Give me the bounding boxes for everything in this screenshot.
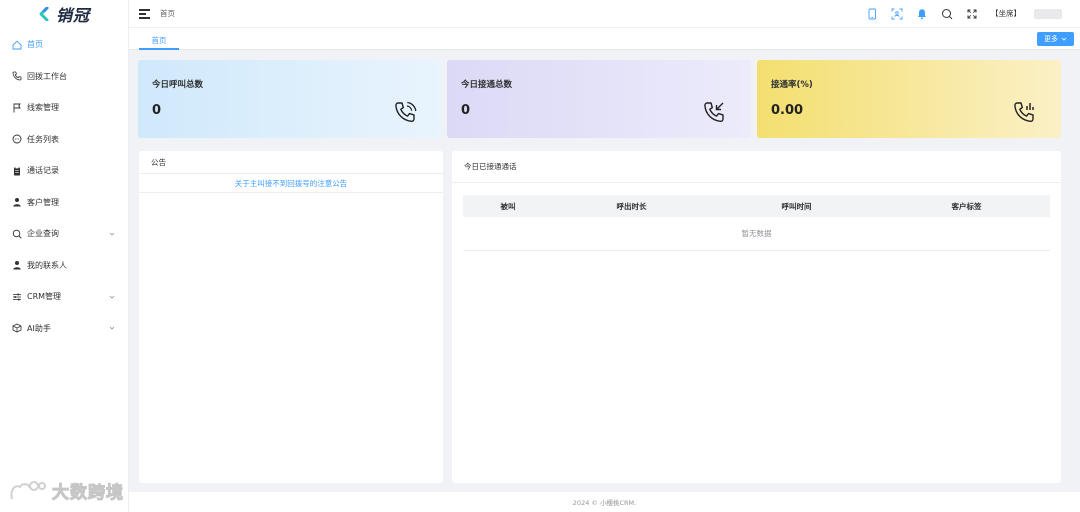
chevron-down-icon bbox=[109, 295, 115, 299]
notice-title: 公告 bbox=[139, 151, 443, 174]
chat-icon bbox=[12, 134, 22, 144]
sidebar-item-label: AI助手 bbox=[27, 323, 51, 333]
stat-title: 今日呼叫总数 bbox=[152, 80, 204, 90]
phone-signal-icon bbox=[1014, 102, 1034, 122]
column-header[interactable]: 被叫 bbox=[463, 201, 553, 212]
menu-toggle-icon[interactable] bbox=[139, 8, 150, 19]
sidebar-item-call-records[interactable]: 通话记录 bbox=[0, 155, 128, 187]
sidebar-item-ai-assistant[interactable]: AI助手 bbox=[0, 313, 128, 345]
sidebar-item-customers[interactable]: 客户管理 bbox=[0, 187, 128, 219]
stat-title: 今日接通总数 bbox=[461, 80, 513, 90]
scan-icon[interactable] bbox=[891, 8, 903, 20]
sidebar-item-label: 通话记录 bbox=[27, 166, 59, 176]
footer: 2024 © 小樱桃CRM. bbox=[129, 492, 1080, 512]
sidebar-item-tasks[interactable]: 任务列表 bbox=[0, 124, 128, 156]
stat-value: 0 bbox=[461, 103, 471, 118]
logo[interactable]: 销冠 bbox=[0, 0, 128, 28]
seat-label[interactable]: 【坐席】 bbox=[991, 8, 1021, 19]
stat-card-calls-total: 今日呼叫总数 0 bbox=[138, 60, 442, 138]
phone-incoming-icon bbox=[704, 102, 724, 122]
stat-value: 0.00 bbox=[771, 103, 804, 118]
bell-icon[interactable] bbox=[916, 8, 928, 20]
stat-title: 接通率(%) bbox=[771, 80, 813, 90]
sidebar-item-label: 首页 bbox=[27, 40, 43, 50]
sliders-icon bbox=[12, 292, 22, 302]
calls-table: 被叫 呼出时长 呼叫时间 客户标签 暂无数据 bbox=[463, 195, 1050, 251]
sidebar-item-callback-workbench[interactable]: 回拨工作台 bbox=[0, 61, 128, 93]
tablet-icon[interactable] bbox=[866, 8, 878, 20]
search-icon bbox=[12, 229, 22, 239]
sidebar-item-crm[interactable]: CRM管理 bbox=[0, 281, 128, 313]
column-header[interactable]: 呼出时长 bbox=[553, 201, 710, 212]
avatar[interactable] bbox=[1034, 8, 1062, 19]
user-icon bbox=[12, 197, 22, 207]
fullscreen-icon[interactable] bbox=[966, 8, 978, 20]
stat-value: 0 bbox=[152, 103, 162, 118]
user-icon bbox=[12, 260, 22, 270]
sidebar-menu: 首页 回拨工作台 线索管理 任务列表 通话记录 客户管理 企业查询 我的联系人 … bbox=[0, 29, 128, 344]
tabs-bar: 首页 更多 bbox=[129, 28, 1080, 50]
sidebar-item-label: 客户管理 bbox=[27, 197, 59, 207]
notice-panel: 公告 关于主叫接不到回拨号的注意公告 bbox=[139, 151, 443, 483]
sidebar-item-label: CRM管理 bbox=[27, 292, 62, 302]
more-button[interactable]: 更多 bbox=[1037, 32, 1074, 46]
header-actions: 【坐席】 bbox=[866, 8, 1080, 20]
sidebar-item-home[interactable]: 首页 bbox=[0, 29, 128, 61]
phone-icon bbox=[12, 71, 22, 81]
search-icon[interactable] bbox=[941, 8, 953, 20]
chevron-down-icon bbox=[1061, 37, 1067, 41]
main-content: 今日呼叫总数 0 今日接通总数 0 接通率(%) 0.00 公告 关于主叫接不到… bbox=[129, 50, 1080, 492]
home-icon bbox=[12, 40, 22, 50]
stat-card-connected-total: 今日接通总数 0 bbox=[447, 60, 751, 138]
logo-mark-icon bbox=[39, 7, 49, 21]
stat-card-connect-rate: 接通率(%) 0.00 bbox=[757, 60, 1061, 138]
sidebar: 销冠 首页 回拨工作台 线索管理 任务列表 通话记录 客户管理 企业查询 我的联… bbox=[0, 0, 129, 512]
sidebar-item-my-contacts[interactable]: 我的联系人 bbox=[0, 250, 128, 282]
sidebar-item-company-search[interactable]: 企业查询 bbox=[0, 218, 128, 250]
watermark-logo-icon bbox=[10, 480, 46, 499]
phone-call-icon bbox=[395, 101, 417, 122]
sidebar-item-label: 我的联系人 bbox=[27, 260, 67, 270]
sidebar-item-label: 任务列表 bbox=[27, 134, 59, 144]
watermark: 大数跨境 bbox=[8, 478, 124, 504]
flag-icon bbox=[12, 103, 22, 113]
more-button-label: 更多 bbox=[1044, 35, 1058, 43]
chevron-down-icon bbox=[109, 232, 115, 236]
sidebar-item-label: 企业查询 bbox=[27, 229, 59, 239]
column-header[interactable]: 呼叫时间 bbox=[710, 201, 883, 212]
clipboard-icon bbox=[12, 166, 22, 176]
cube-icon bbox=[12, 323, 22, 333]
logo-text: 销冠 bbox=[55, 6, 90, 25]
sidebar-item-leads[interactable]: 线索管理 bbox=[0, 92, 128, 124]
tab-home[interactable]: 首页 bbox=[139, 32, 179, 50]
sidebar-item-label: 回拨工作台 bbox=[27, 71, 67, 81]
chevron-down-icon bbox=[109, 326, 115, 330]
notice-link[interactable]: 关于主叫接不到回拨号的注意公告 bbox=[139, 174, 443, 193]
column-header[interactable]: 客户标签 bbox=[883, 201, 1050, 212]
top-header: 首页 【坐席】 bbox=[129, 0, 1080, 28]
sidebar-item-label: 线索管理 bbox=[27, 103, 59, 113]
table-header: 被叫 呼出时长 呼叫时间 客户标签 bbox=[463, 195, 1050, 217]
breadcrumb[interactable]: 首页 bbox=[160, 8, 175, 19]
empty-state: 暂无数据 bbox=[463, 217, 1050, 251]
calls-panel-title: 今日已接通通话 bbox=[452, 151, 1061, 183]
connected-calls-panel: 今日已接通通话 被叫 呼出时长 呼叫时间 客户标签 暂无数据 bbox=[452, 151, 1061, 483]
watermark-text: 大数跨境 bbox=[52, 483, 124, 504]
